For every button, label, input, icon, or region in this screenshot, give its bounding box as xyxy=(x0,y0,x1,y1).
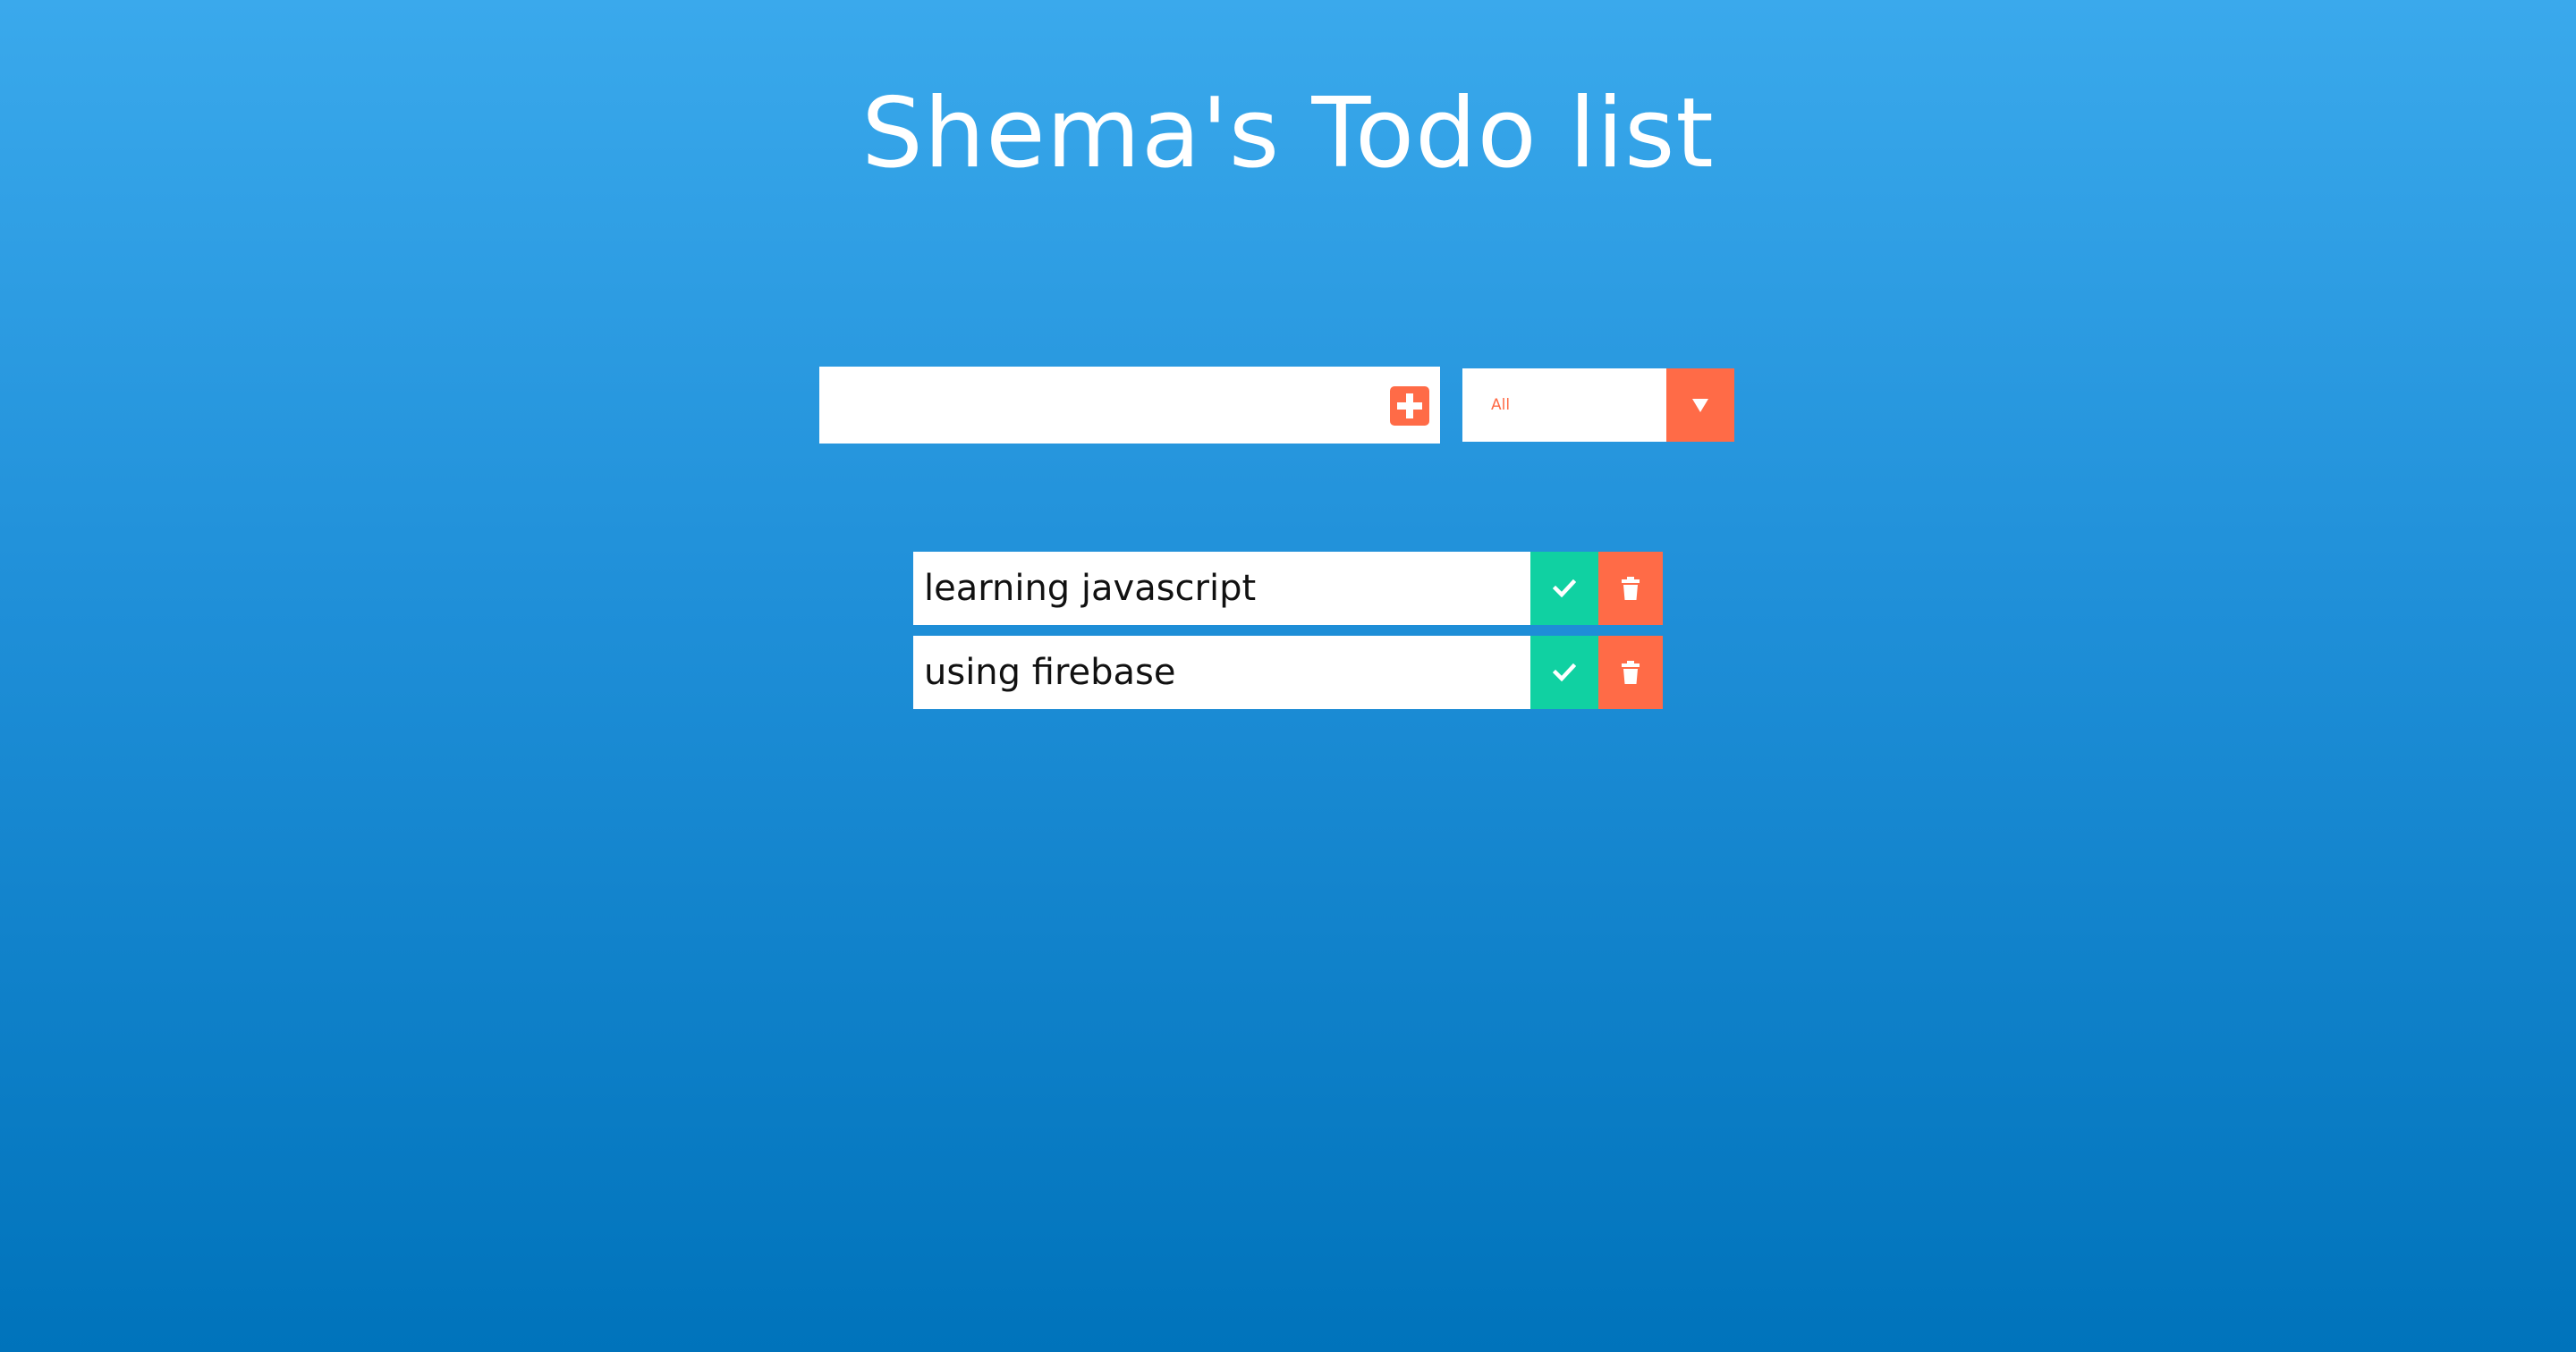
delete-button[interactable] xyxy=(1598,552,1663,625)
complete-button[interactable] xyxy=(1530,552,1598,625)
plus-icon xyxy=(1406,393,1413,418)
todo-text: using firebase xyxy=(924,652,1176,693)
todo-form: All xyxy=(819,367,1735,444)
todo-item: using firebase xyxy=(913,636,1663,709)
add-todo-button[interactable] xyxy=(1390,386,1429,426)
check-icon xyxy=(1553,579,1576,597)
todo-item: learning javascript xyxy=(913,552,1663,625)
todo-text: learning javascript xyxy=(924,568,1257,609)
caret-down-icon xyxy=(1692,399,1708,412)
trash-icon xyxy=(1622,577,1640,600)
check-icon xyxy=(1553,663,1576,681)
complete-button[interactable] xyxy=(1530,636,1598,709)
todo-input[interactable] xyxy=(819,367,1374,444)
filter-selected-value: All xyxy=(1491,396,1511,414)
page-title: Shema's Todo list xyxy=(861,78,1715,190)
todo-list: learning javascript using firebase xyxy=(913,552,1663,720)
trash-icon xyxy=(1622,661,1640,684)
filter-select[interactable]: All xyxy=(1462,368,1734,442)
todo-input-container xyxy=(819,367,1440,444)
filter-dropdown-button[interactable] xyxy=(1666,368,1734,442)
delete-button[interactable] xyxy=(1598,636,1663,709)
